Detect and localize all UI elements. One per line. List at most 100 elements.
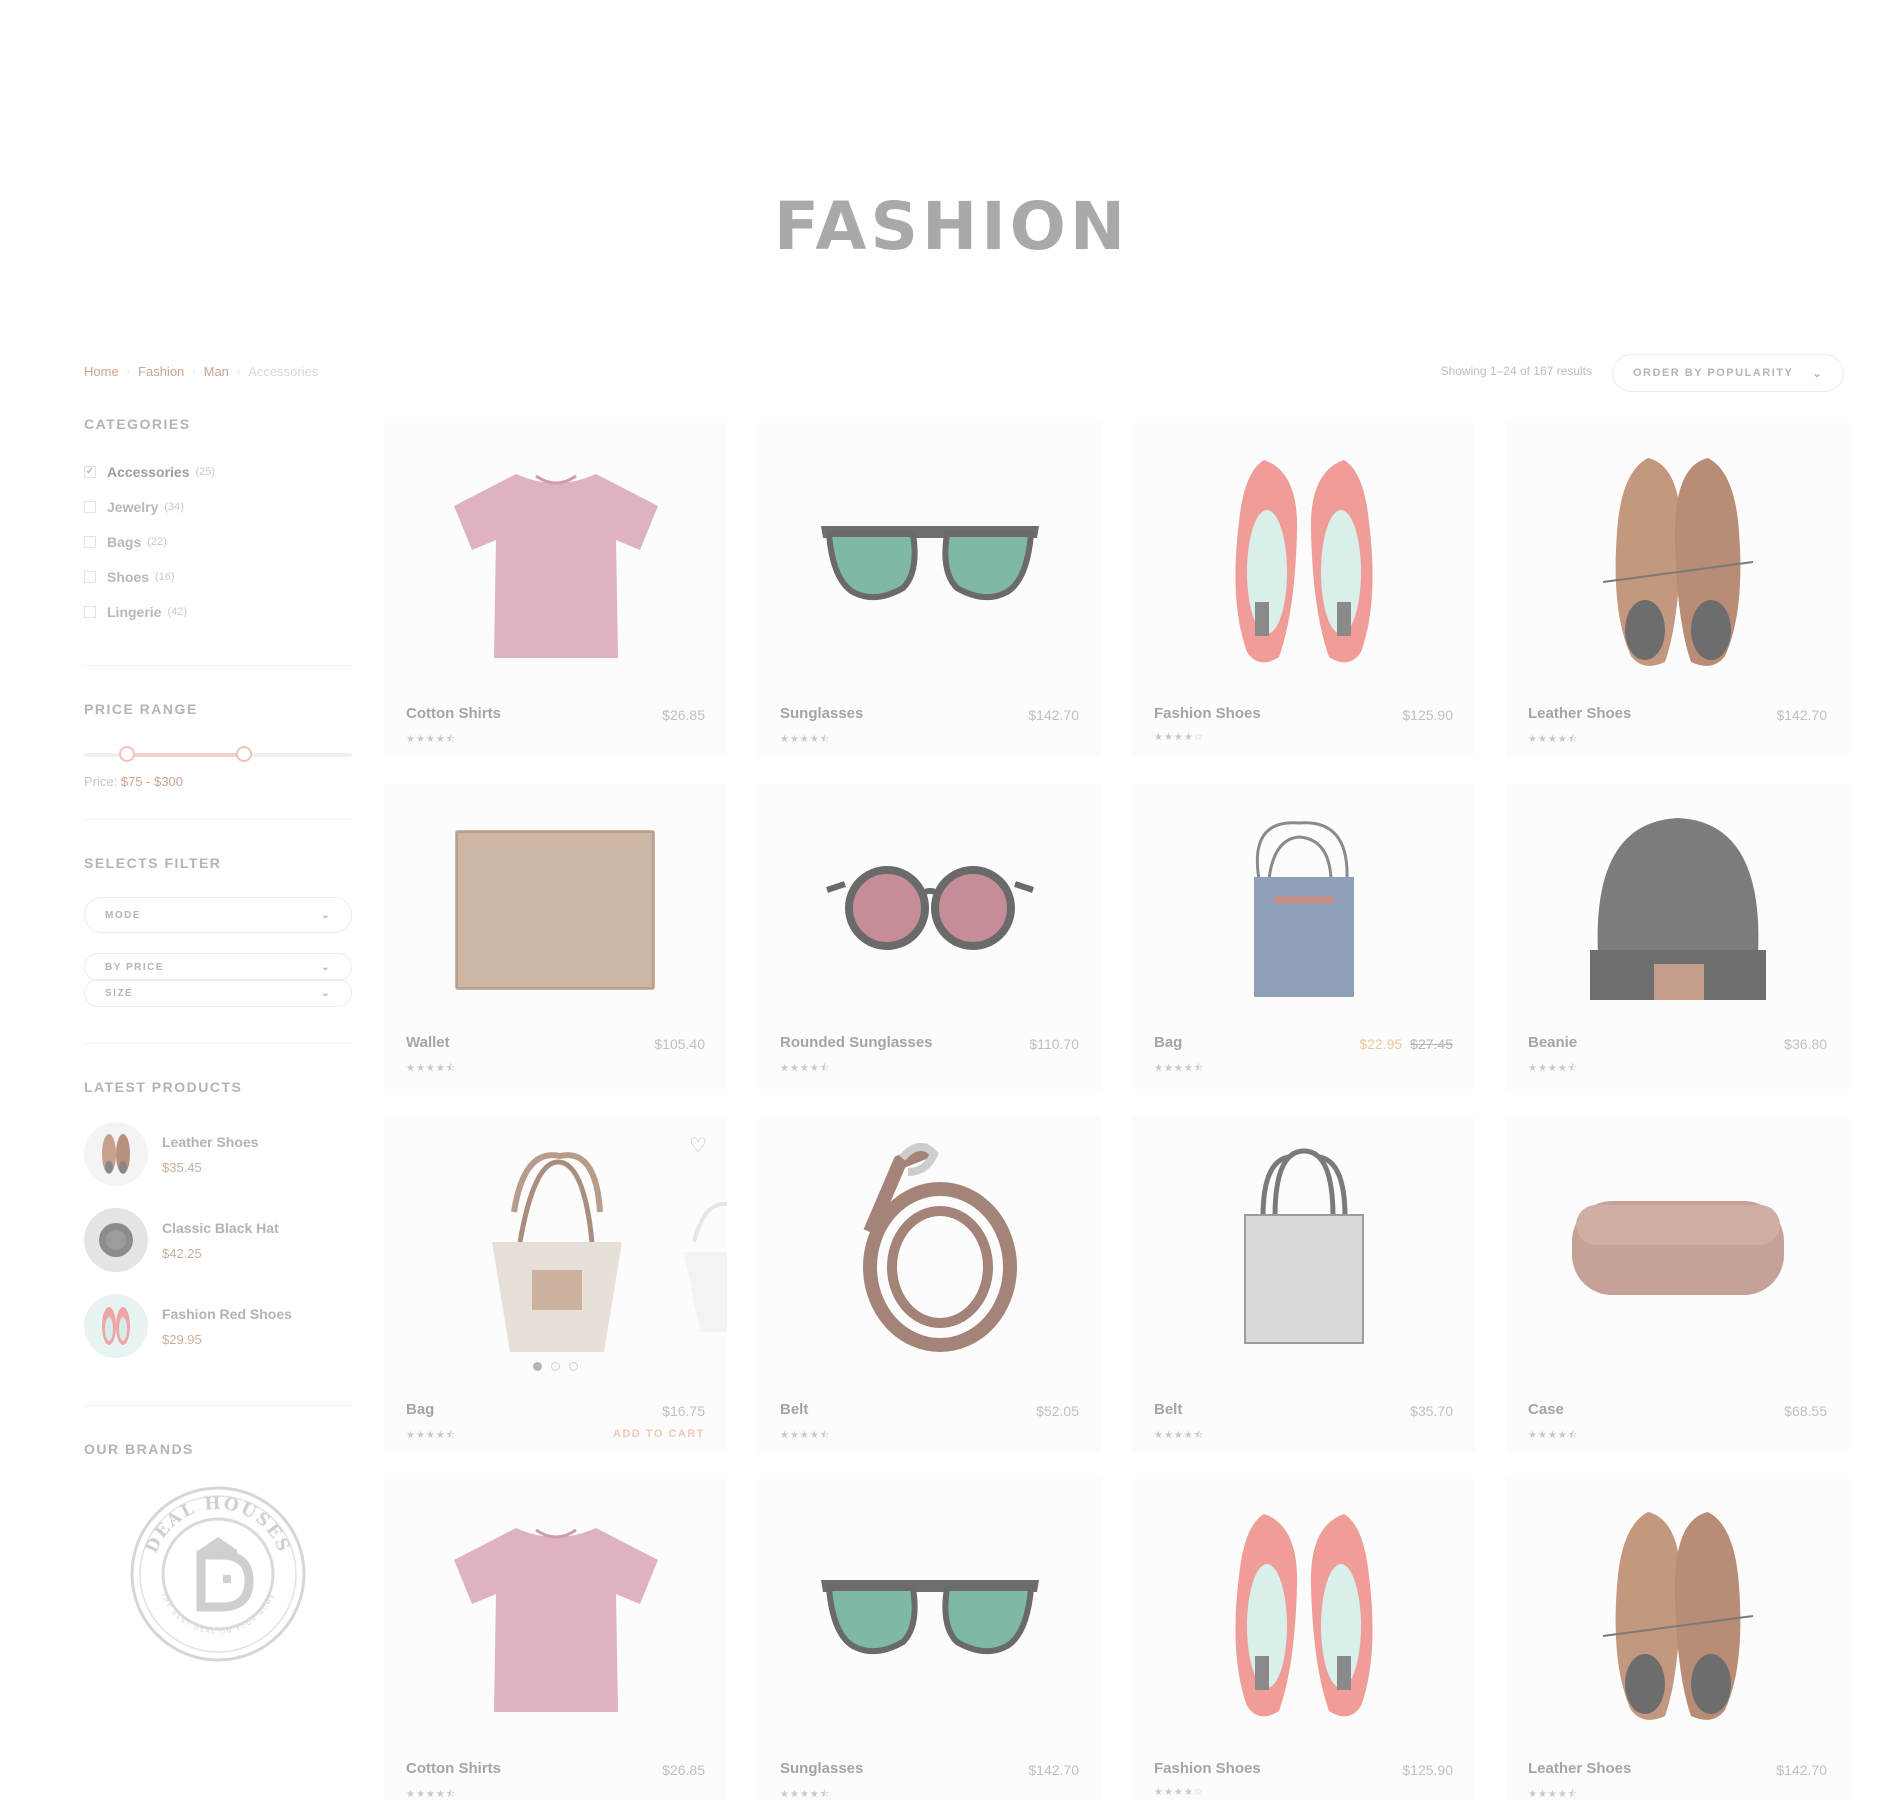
latest-product-name[interactable]: Fashion Red Shoes	[162, 1306, 292, 1322]
star-rating: ★★★★⯪	[406, 1430, 457, 1441]
star-rating: ★★★★⯪	[1528, 734, 1579, 745]
price-max-handle[interactable]	[236, 746, 252, 762]
product-name[interactable]: Sunglasses	[780, 1760, 863, 1777]
star-rating: ★★★★⯪	[406, 1789, 457, 1800]
svg-text:THE BEST DEAL ON YOUR HOME: THE BEST DEAL ON YOUR HOME	[159, 1591, 277, 1636]
price-range-slider[interactable]	[84, 746, 352, 762]
product-name[interactable]: Leather Shoes	[1528, 705, 1631, 722]
selects-filter-title: SELECTS FILTER	[84, 855, 222, 871]
product-name[interactable]: Beanie	[1528, 1034, 1577, 1051]
breadcrumb-man[interactable]: Man	[204, 364, 229, 379]
order-by-label: ORDER BY POPULARITY	[1633, 367, 1794, 379]
add-to-cart-button[interactable]: ADD TO CART	[613, 1428, 705, 1440]
price-label: Price:	[84, 774, 121, 789]
price-value: $75 - $300	[120, 774, 184, 789]
latest-product-name[interactable]: Classic Black Hat	[162, 1220, 279, 1236]
product-price: $26.85	[662, 707, 705, 723]
product-price: $36.80	[1784, 1036, 1827, 1052]
star-rating: ★★★★⯪	[780, 1430, 831, 1441]
beanie-icon	[1506, 784, 1849, 1034]
category-name: Bags	[107, 533, 142, 550]
price-min-handle[interactable]	[119, 746, 135, 762]
product-name[interactable]: Fashion Shoes	[1154, 705, 1261, 722]
product-name[interactable]: Bag	[1154, 1034, 1182, 1051]
breadcrumb-fashion[interactable]: Fashion	[138, 364, 184, 379]
product-name[interactable]: Cotton Shirts	[406, 705, 501, 722]
product-card[interactable]: Fashion Shoes $125.90 ★★★★☆	[1132, 1478, 1475, 1800]
category-checkbox[interactable]	[84, 605, 96, 618]
product-card[interactable]: Belt $35.70 ★★★★⯪	[1132, 1117, 1475, 1452]
latest-product-name[interactable]: Leather Shoes	[162, 1134, 258, 1150]
category-item-lingerie[interactable]: Lingerie (42)	[84, 594, 352, 629]
old-price: $27.45	[1410, 1036, 1453, 1052]
product-name[interactable]: Belt	[1154, 1401, 1182, 1418]
category-count: (42)	[167, 605, 188, 618]
product-name[interactable]: Cotton Shirts	[406, 1760, 501, 1777]
product-name[interactable]: Wallet	[406, 1034, 450, 1051]
heels-icon	[1132, 422, 1475, 702]
star-rating: ★★★★⯪	[1154, 1063, 1205, 1074]
price-range-fill	[127, 753, 244, 757]
category-item-jewelry[interactable]: Jewelry (34)	[84, 489, 352, 524]
product-name[interactable]: Leather Shoes	[1528, 1760, 1631, 1777]
latest-product-price: $35.45	[162, 1159, 202, 1175]
categories-title: CATEGORIES	[84, 416, 191, 432]
product-card[interactable]: Sunglasses $142.70 ★★★★⯪	[758, 1478, 1101, 1800]
product-price: $35.70	[1410, 1403, 1453, 1419]
sale-price: $22.95	[1359, 1036, 1403, 1052]
category-item-accessories[interactable]: ✓ Accessories (25)	[84, 454, 352, 489]
tshirt-icon	[384, 422, 727, 702]
chevron-down-icon: ⌄	[321, 987, 331, 999]
product-name[interactable]: Bag	[406, 1401, 434, 1418]
product-card[interactable]: Sunglasses $142.70 ★★★★⯪	[758, 422, 1101, 757]
product-card[interactable]: Leather Shoes $142.70 ★★★★⯪	[1506, 1478, 1849, 1800]
product-card[interactable]: Cotton Shirts $26.85 ★★★★⯪	[384, 422, 727, 757]
by-price-select[interactable]: BY PRICE ⌄	[84, 953, 352, 981]
product-card[interactable]: ♡ Bag $16.75 ★★★★⯪ ADD TO CART	[384, 1117, 727, 1452]
product-card[interactable]: Belt $52.05 ★★★★⯪	[758, 1117, 1101, 1452]
heart-icon[interactable]: ♡	[689, 1133, 707, 1158]
category-item-shoes[interactable]: Shoes (16)	[84, 559, 352, 594]
breadcrumb-home[interactable]: Home	[84, 364, 119, 379]
product-price: $142.70	[1776, 707, 1827, 723]
product-card[interactable]: Bag $22.95 $27.45 ★★★★⯪	[1132, 784, 1475, 1090]
product-card[interactable]: Cotton Shirts $26.85 ★★★★⯪	[384, 1478, 727, 1800]
deal-houses-logo[interactable]: DEAL HOUSES THE BEST DEAL ON YOUR HOME	[129, 1485, 307, 1663]
order-by-select[interactable]: ORDER BY POPULARITY ⌄	[1612, 354, 1844, 392]
star-rating: ★★★★⯪	[1528, 1430, 1579, 1441]
category-checkbox[interactable]	[84, 500, 96, 513]
product-name[interactable]: Sunglasses	[780, 705, 863, 722]
product-name[interactable]: Fashion Shoes	[1154, 1760, 1261, 1777]
latest-product-item[interactable]: Fashion Red Shoes $29.95	[84, 1283, 352, 1369]
product-price: $142.70	[1776, 1762, 1827, 1778]
category-count: (22)	[147, 535, 167, 548]
carousel-dot[interactable]	[569, 1362, 578, 1371]
product-name[interactable]: Rounded Sunglasses	[780, 1034, 933, 1051]
latest-product-price: $42.25	[162, 1245, 202, 1261]
product-card[interactable]: Fashion Shoes $125.90 ★★★★☆	[1132, 422, 1475, 757]
star-rating: ★★★★⯪	[1528, 1063, 1579, 1074]
size-select[interactable]: SIZE ⌄	[84, 979, 352, 1007]
category-count: (25)	[195, 465, 216, 478]
product-name[interactable]: Belt	[780, 1401, 808, 1418]
category-checkbox[interactable]: ✓	[84, 465, 96, 478]
carousel-dot[interactable]	[533, 1362, 542, 1371]
price-range-text: Price: $75 - $300	[84, 774, 352, 789]
product-card[interactable]: Rounded Sunglasses $110.70 ★★★★⯪	[758, 784, 1101, 1090]
breadcrumb-separator-icon: ›	[236, 366, 241, 377]
product-name[interactable]: Case	[1528, 1401, 1564, 1418]
latest-product-item[interactable]: Leather Shoes $35.45	[84, 1111, 352, 1197]
category-checkbox[interactable]	[84, 535, 96, 548]
product-card[interactable]: Beanie $36.80 ★★★★⯪	[1506, 784, 1849, 1090]
tshirt-icon	[384, 1478, 727, 1754]
star-rating: ★★★★⯪	[1154, 1430, 1205, 1441]
product-card[interactable]: Leather Shoes $142.70 ★★★★⯪	[1506, 422, 1849, 757]
product-card[interactable]: Case $68.55 ★★★★⯪	[1506, 1117, 1849, 1452]
carousel-dot[interactable]	[551, 1362, 560, 1371]
category-item-bags[interactable]: Bags (22)	[84, 524, 352, 559]
breadcrumb-separator-icon: ›	[192, 366, 196, 377]
latest-product-item[interactable]: Classic Black Hat $42.25	[84, 1197, 352, 1283]
mode-select[interactable]: MODE ⌄	[84, 897, 352, 933]
product-card[interactable]: Wallet $105.40 ★★★★⯪	[384, 784, 727, 1090]
category-checkbox[interactable]	[84, 570, 96, 583]
